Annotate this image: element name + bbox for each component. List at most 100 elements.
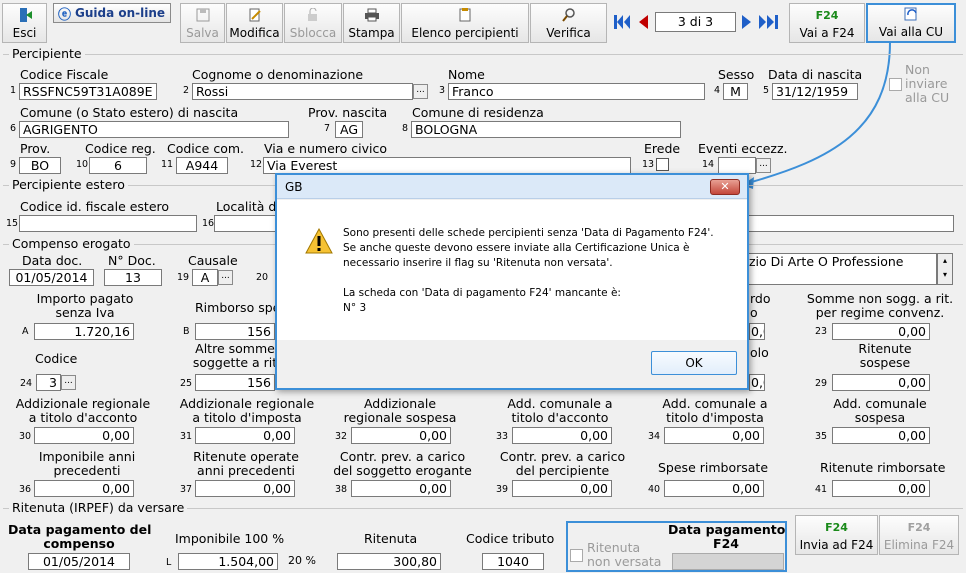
next-record-button[interactable] xyxy=(739,13,755,31)
imponibile-field[interactable]: 1.504,00 xyxy=(178,553,278,570)
olo-field[interactable]: 0,00 xyxy=(749,374,765,391)
ritenuta-field[interactable]: 300,80 xyxy=(337,553,441,570)
data-doc-field[interactable]: 01/05/2014 xyxy=(9,269,94,286)
r40-num: 40 xyxy=(648,484,661,495)
cod-estero-field[interactable] xyxy=(19,215,197,232)
f24-icon: F24 xyxy=(825,520,848,534)
ritenuta-label: Ritenuta xyxy=(364,531,418,546)
r41-num: 41 xyxy=(815,484,828,495)
salva-button[interactable]: Salva xyxy=(180,3,225,43)
sesso-field[interactable]: M xyxy=(723,83,748,100)
prov-num: 9 xyxy=(10,159,17,170)
prov-field[interactable]: BO xyxy=(19,157,61,174)
r39-field[interactable]: 0,00 xyxy=(512,480,612,497)
sospese-field[interactable]: 0,00 xyxy=(832,374,930,391)
sblocca-button[interactable]: Sblocca xyxy=(284,3,342,43)
vai-f24-button[interactable]: F24 Vai a F24 xyxy=(789,3,865,43)
r33-field[interactable]: 0,00 xyxy=(512,427,612,444)
modifica-button[interactable]: Modifica xyxy=(226,3,283,43)
r41-field[interactable]: 0,00 xyxy=(832,480,930,497)
prov-nascita-num: 7 xyxy=(324,123,331,134)
nascita-num: 5 xyxy=(763,85,770,96)
r30-field[interactable]: 0,00 xyxy=(34,427,134,444)
last-record-button[interactable] xyxy=(758,13,780,31)
comune-residenza-label: Comune di residenza xyxy=(412,105,544,120)
r38-field[interactable]: 0,00 xyxy=(351,480,451,497)
invia-f24-label: Invia ad F24 xyxy=(799,538,874,552)
importo-field[interactable]: 1.720,16 xyxy=(34,323,134,340)
r40-field[interactable]: 0,00 xyxy=(664,480,764,497)
next-icon xyxy=(742,15,751,29)
localita-num: 16 xyxy=(202,218,215,229)
comune-nascita-label: Comune (o Stato estero) di nascita xyxy=(20,105,239,120)
r35-field[interactable]: 0,00 xyxy=(832,427,930,444)
prev-record-button[interactable] xyxy=(635,13,651,31)
eventi-lookup-button[interactable]: ... xyxy=(756,158,771,173)
r36-num: 36 xyxy=(19,484,32,495)
percipiente-group: Percipiente xyxy=(3,46,963,61)
codice-fiscale-field[interactable]: RSSFNC59T31A089E xyxy=(19,83,157,100)
r39-num: 39 xyxy=(496,484,509,495)
elimina-f24-button[interactable]: F24 Elimina F24 xyxy=(879,515,959,555)
rimborso-field[interactable]: 156 xyxy=(195,323,275,340)
esci-button[interactable]: Esci xyxy=(2,3,47,43)
dialog-title: GB xyxy=(277,175,747,199)
data-nascita-field[interactable]: 31/12/1959 xyxy=(772,83,858,100)
verifica-label: Verifica xyxy=(546,26,591,40)
dialog-close-button[interactable]: ✕ xyxy=(710,179,740,195)
estero-title: Percipiente estero xyxy=(9,177,128,192)
codice-lookup-button[interactable]: ... xyxy=(61,375,76,390)
invia-f24-button[interactable]: F24 Invia ad F24 xyxy=(795,515,878,555)
ritenuta-non-versata-checkbox[interactable] xyxy=(570,549,583,562)
data-pagamento-field[interactable]: 01/05/2014 xyxy=(28,553,130,570)
delete-f24-icon: F24 xyxy=(907,520,931,534)
somme-field[interactable]: 0,00 xyxy=(832,323,930,340)
causale-lookup-button[interactable]: ... xyxy=(218,270,233,285)
r31-field[interactable]: 0,00 xyxy=(195,427,295,444)
codice-regione-field[interactable]: 6 xyxy=(89,157,147,174)
altre-field[interactable]: 156 xyxy=(195,374,275,391)
stampa-button[interactable]: Stampa xyxy=(343,3,400,43)
causale-field[interactable]: A xyxy=(192,269,218,286)
r32-field[interactable]: 0,00 xyxy=(351,427,451,444)
dialog-message: Sono presenti delle schede percipienti s… xyxy=(343,227,714,314)
last-icon xyxy=(759,15,778,29)
r38-label: Contr. prev. a carico del soggetto eroga… xyxy=(333,449,472,478)
elenco-label: Elenco percipienti xyxy=(411,26,519,40)
cognome-field[interactable]: Rossi xyxy=(192,83,413,100)
via-field[interactable]: Via Everest xyxy=(263,157,631,174)
data-f24-field[interactable] xyxy=(672,553,784,570)
cognome-lookup-button[interactable]: ... xyxy=(413,84,428,99)
r34-field[interactable]: 0,00 xyxy=(664,427,764,444)
desc-scrollbar[interactable]: ▴ ▾ xyxy=(937,253,953,285)
prov-nascita-field[interactable]: AG xyxy=(335,121,363,138)
cu-icon xyxy=(903,6,919,22)
r36-field[interactable]: 0,00 xyxy=(34,480,134,497)
unlock-icon xyxy=(305,7,321,23)
importo-label: Importo pagato senza Iva xyxy=(36,291,134,320)
comune-nascita-field[interactable]: AGRIGENTO xyxy=(19,121,289,138)
r37-field[interactable]: 0,00 xyxy=(195,480,295,497)
codice-tributo-field[interactable]: 1040 xyxy=(482,553,544,570)
guida-button[interactable]: ⓔ Guida on-line xyxy=(53,3,171,23)
eventi-label: Eventi eccezz. xyxy=(698,141,788,156)
r31-label: Addizionale regionale a titolo d'imposta xyxy=(179,396,315,425)
cf-num: 1 xyxy=(10,85,17,96)
erede-checkbox[interactable] xyxy=(656,158,669,171)
nome-field[interactable]: Franco xyxy=(448,83,705,100)
vai-cu-button[interactable]: Vai alla CU xyxy=(866,3,956,43)
first-record-button[interactable] xyxy=(613,13,631,31)
ok-button[interactable]: OK xyxy=(651,351,737,375)
somme-num: 23 xyxy=(815,326,828,337)
eventi-field[interactable] xyxy=(718,157,756,174)
non-inviare-checkbox[interactable] xyxy=(889,78,902,91)
codice-field[interactable]: 3 xyxy=(36,374,61,391)
ndoc-field[interactable]: 13 xyxy=(104,269,162,286)
codice-comune-field[interactable]: A944 xyxy=(176,157,228,174)
comune-residenza-field[interactable]: BOLOGNA xyxy=(411,121,681,138)
verifica-button[interactable]: Verifica xyxy=(530,3,607,43)
comune-residenza-num: 8 xyxy=(402,123,409,134)
causale-num: 19 xyxy=(177,272,190,283)
accordo-field[interactable]: 0,00 xyxy=(749,323,765,340)
elenco-percipienti-button[interactable]: Elenco percipienti xyxy=(401,3,529,43)
